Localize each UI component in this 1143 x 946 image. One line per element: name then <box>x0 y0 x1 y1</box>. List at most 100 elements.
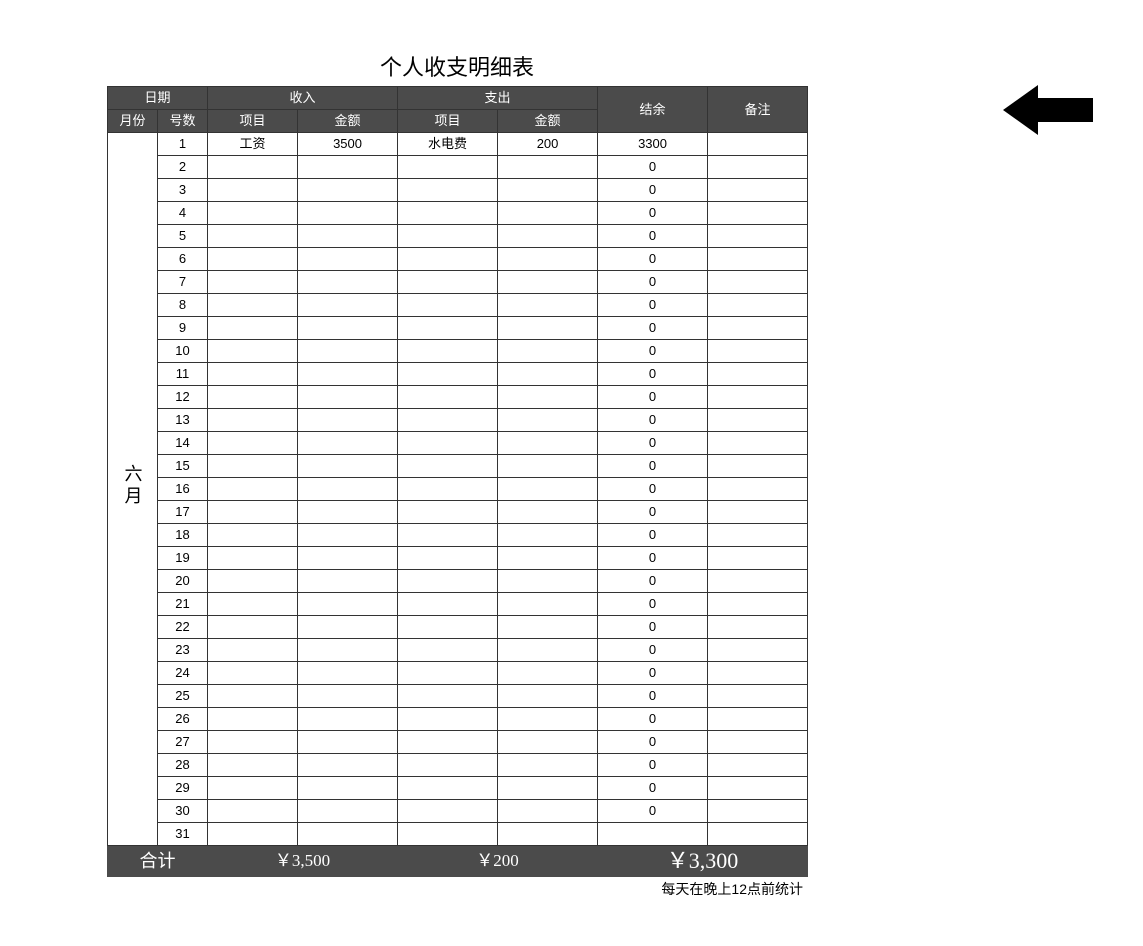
cell-in-item[interactable] <box>208 455 298 478</box>
cell-note[interactable] <box>708 501 808 524</box>
cell-out-item[interactable] <box>398 225 498 248</box>
cell-note[interactable] <box>708 248 808 271</box>
cell-out-amount[interactable] <box>498 547 598 570</box>
cell-in-amount[interactable] <box>298 685 398 708</box>
cell-in-amount[interactable] <box>298 639 398 662</box>
cell-balance[interactable]: 0 <box>598 524 708 547</box>
cell-in-amount[interactable] <box>298 317 398 340</box>
cell-balance[interactable]: 0 <box>598 708 708 731</box>
cell-out-item[interactable] <box>398 639 498 662</box>
cell-in-amount[interactable] <box>298 616 398 639</box>
cell-in-item[interactable]: 工资 <box>208 133 298 156</box>
cell-in-item[interactable] <box>208 708 298 731</box>
cell-in-item[interactable] <box>208 639 298 662</box>
cell-out-amount[interactable] <box>498 294 598 317</box>
cell-balance[interactable]: 0 <box>598 731 708 754</box>
cell-balance[interactable]: 0 <box>598 754 708 777</box>
cell-out-item[interactable]: 水电费 <box>398 133 498 156</box>
cell-out-amount[interactable] <box>498 524 598 547</box>
cell-day[interactable]: 16 <box>158 478 208 501</box>
cell-in-item[interactable] <box>208 386 298 409</box>
cell-balance[interactable]: 0 <box>598 593 708 616</box>
cell-day[interactable]: 17 <box>158 501 208 524</box>
cell-in-amount[interactable] <box>298 570 398 593</box>
cell-out-amount[interactable] <box>498 225 598 248</box>
cell-note[interactable] <box>708 800 808 823</box>
cell-balance[interactable]: 0 <box>598 340 708 363</box>
cell-out-amount[interactable] <box>498 754 598 777</box>
cell-out-item[interactable] <box>398 156 498 179</box>
cell-balance[interactable]: 0 <box>598 294 708 317</box>
cell-out-amount[interactable] <box>498 800 598 823</box>
cell-in-item[interactable] <box>208 524 298 547</box>
cell-day[interactable]: 5 <box>158 225 208 248</box>
cell-in-item[interactable] <box>208 478 298 501</box>
cell-out-amount[interactable] <box>498 386 598 409</box>
cell-out-item[interactable] <box>398 363 498 386</box>
cell-in-item[interactable] <box>208 432 298 455</box>
cell-note[interactable] <box>708 271 808 294</box>
cell-out-item[interactable] <box>398 409 498 432</box>
cell-in-item[interactable] <box>208 156 298 179</box>
cell-out-amount[interactable] <box>498 731 598 754</box>
cell-in-item[interactable] <box>208 593 298 616</box>
cell-in-amount[interactable] <box>298 179 398 202</box>
cell-out-amount[interactable] <box>498 340 598 363</box>
cell-out-item[interactable] <box>398 570 498 593</box>
cell-out-amount[interactable] <box>498 777 598 800</box>
cell-day[interactable]: 14 <box>158 432 208 455</box>
cell-day[interactable]: 21 <box>158 593 208 616</box>
cell-balance[interactable]: 0 <box>598 547 708 570</box>
cell-out-item[interactable] <box>398 593 498 616</box>
cell-balance[interactable]: 0 <box>598 432 708 455</box>
cell-in-amount[interactable] <box>298 248 398 271</box>
cell-in-amount[interactable] <box>298 501 398 524</box>
cell-note[interactable] <box>708 547 808 570</box>
cell-in-amount[interactable] <box>298 777 398 800</box>
cell-day[interactable]: 13 <box>158 409 208 432</box>
cell-out-amount[interactable] <box>498 432 598 455</box>
cell-out-item[interactable] <box>398 731 498 754</box>
cell-out-item[interactable] <box>398 524 498 547</box>
cell-day[interactable]: 23 <box>158 639 208 662</box>
cell-note[interactable] <box>708 570 808 593</box>
cell-out-item[interactable] <box>398 179 498 202</box>
cell-balance[interactable]: 0 <box>598 478 708 501</box>
cell-out-amount[interactable] <box>498 455 598 478</box>
cell-in-item[interactable] <box>208 777 298 800</box>
cell-in-item[interactable] <box>208 823 298 846</box>
cell-balance[interactable]: 0 <box>598 179 708 202</box>
cell-note[interactable] <box>708 363 808 386</box>
cell-out-item[interactable] <box>398 294 498 317</box>
cell-out-amount[interactable] <box>498 202 598 225</box>
cell-in-item[interactable] <box>208 202 298 225</box>
cell-in-amount[interactable] <box>298 731 398 754</box>
cell-in-amount[interactable] <box>298 294 398 317</box>
cell-out-amount[interactable] <box>498 616 598 639</box>
cell-day[interactable]: 25 <box>158 685 208 708</box>
cell-in-item[interactable] <box>208 409 298 432</box>
cell-balance[interactable]: 0 <box>598 409 708 432</box>
cell-balance[interactable]: 0 <box>598 156 708 179</box>
cell-balance[interactable]: 3300 <box>598 133 708 156</box>
cell-note[interactable] <box>708 524 808 547</box>
cell-note[interactable] <box>708 340 808 363</box>
cell-out-item[interactable] <box>398 432 498 455</box>
cell-day[interactable]: 3 <box>158 179 208 202</box>
cell-in-amount[interactable] <box>298 708 398 731</box>
cell-note[interactable] <box>708 593 808 616</box>
cell-balance[interactable]: 0 <box>598 386 708 409</box>
cell-out-amount[interactable] <box>498 708 598 731</box>
cell-note[interactable] <box>708 409 808 432</box>
cell-note[interactable] <box>708 731 808 754</box>
cell-day[interactable]: 9 <box>158 317 208 340</box>
cell-note[interactable] <box>708 432 808 455</box>
cell-out-item[interactable] <box>398 386 498 409</box>
cell-note[interactable] <box>708 754 808 777</box>
cell-in-item[interactable] <box>208 271 298 294</box>
cell-day[interactable]: 2 <box>158 156 208 179</box>
cell-day[interactable]: 28 <box>158 754 208 777</box>
cell-in-item[interactable] <box>208 570 298 593</box>
cell-out-item[interactable] <box>398 685 498 708</box>
cell-note[interactable] <box>708 202 808 225</box>
